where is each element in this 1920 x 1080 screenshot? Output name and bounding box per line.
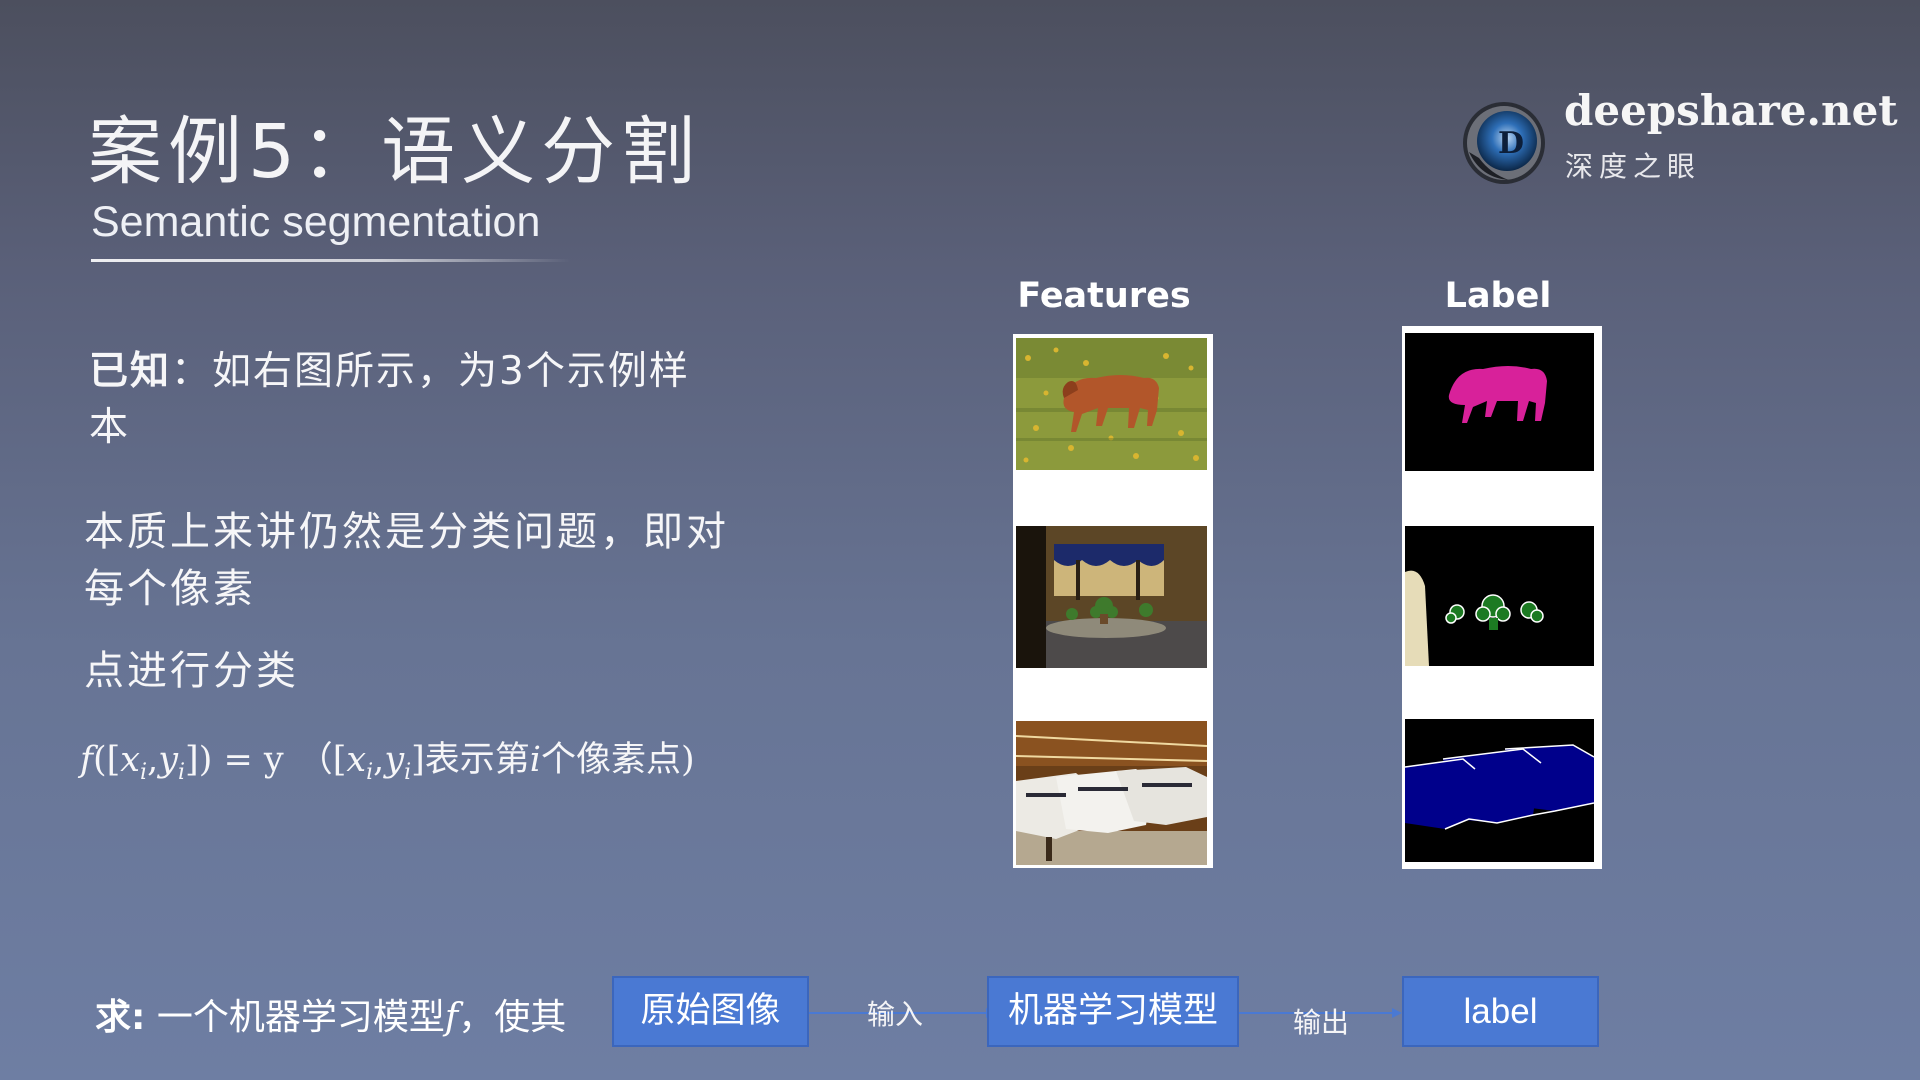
formula: f([xi,yi]) = y （[xi,yi]表示第i个像素点) bbox=[80, 740, 695, 785]
title-underline bbox=[91, 259, 571, 262]
output-arrow-label: 输出 bbox=[1293, 1006, 1350, 1039]
ask-label: 求: bbox=[95, 997, 146, 1038]
room-plants-photo bbox=[1016, 526, 1207, 668]
slide-subtitle: Semantic segmentation bbox=[91, 198, 541, 246]
boats-photo bbox=[1016, 721, 1207, 865]
ml-model-box: 机器学习模型 bbox=[987, 976, 1239, 1047]
boats-mask bbox=[1405, 719, 1594, 862]
given-text: 已知：如右图所示，为3个示例样本 bbox=[89, 344, 729, 456]
essence-text: 本质上来讲仍然是分类问题，即对每个像素 bbox=[84, 509, 729, 612]
horse-photo bbox=[1016, 338, 1207, 470]
plants-mask bbox=[1405, 526, 1594, 666]
eye-logo-icon: D bbox=[1463, 102, 1545, 184]
label-output-box: label bbox=[1402, 976, 1599, 1047]
given-label: 已知 bbox=[89, 349, 172, 394]
horse-mask bbox=[1405, 333, 1594, 471]
label-panel bbox=[1402, 326, 1602, 869]
features-panel bbox=[1013, 334, 1213, 868]
svg-text:D: D bbox=[1498, 126, 1524, 161]
given-body: ：如右图所示，为3个示例样本 bbox=[89, 349, 690, 450]
label-heading: Label bbox=[1444, 276, 1552, 316]
features-heading: Features bbox=[1017, 276, 1191, 316]
brand-name: deepshare.net bbox=[1564, 86, 1898, 135]
brand-subtitle: 深度之眼 bbox=[1565, 150, 1702, 183]
input-image-box: 原始图像 bbox=[612, 976, 809, 1047]
essence-text-2: 点进行分类 bbox=[84, 648, 299, 694]
ask-text: 求: 一个机器学习模型f，使其 bbox=[95, 997, 567, 1038]
input-arrow-label: 输入 bbox=[867, 998, 924, 1031]
slide-title: 案例5：语义分割 bbox=[88, 109, 702, 195]
